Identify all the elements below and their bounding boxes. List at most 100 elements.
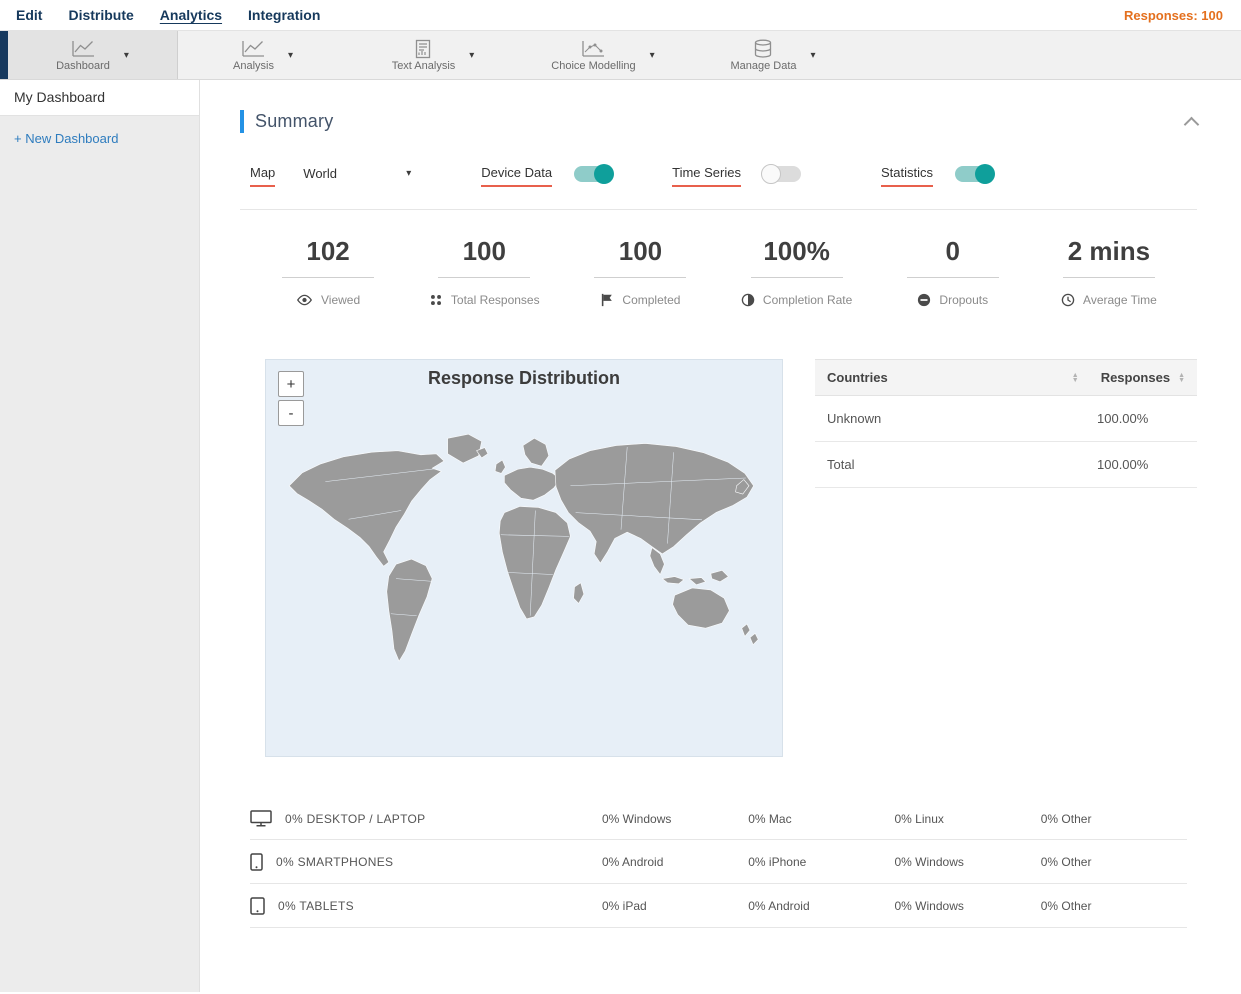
chevron-down-icon[interactable]: ▾: [811, 50, 816, 61]
new-dashboard-button[interactable]: + New Dashboard: [0, 116, 199, 161]
device-label: 0% TABLETS: [278, 899, 354, 913]
zoom-in-button[interactable]: +: [278, 371, 304, 397]
time-series-label: Time Series: [672, 165, 741, 187]
toolbar-left-edge: [0, 31, 8, 79]
device-cell: 0% Android: [602, 855, 664, 869]
toggle-knob: [594, 164, 615, 184]
stat-underline: [750, 277, 843, 278]
chevron-down-icon[interactable]: ▾: [469, 50, 474, 61]
table-row: 0% TABLETS 0% iPad 0% Android 0% Windows…: [250, 884, 1187, 928]
statistics-toggle[interactable]: [955, 164, 995, 184]
device-cell: 0% Windows: [602, 811, 672, 826]
toolbar-item-text-analysis[interactable]: Text Analysis ▾: [348, 31, 518, 79]
stats-row: 102 Viewed 100 Total Responses 100 Compl…: [240, 236, 1197, 307]
stat-label: Dropouts: [939, 293, 989, 307]
chevron-down-icon[interactable]: ▾: [288, 50, 293, 61]
stat-viewed: 102 Viewed: [250, 236, 406, 307]
map-title: Response Distribution: [427, 368, 620, 388]
document-chart-icon: [413, 39, 433, 59]
device-cell: 0% Other: [1040, 855, 1092, 869]
dots-grid-icon: [429, 293, 443, 307]
chevron-down-icon[interactable]: ▾: [650, 50, 655, 61]
toolbar-item-label: Text Analysis: [391, 59, 456, 72]
section-divider: [240, 209, 1197, 210]
table-row: 0% SMARTPHONES 0% Android 0% iPhone 0% W…: [250, 840, 1187, 884]
device-cell: 0% Android: [748, 899, 810, 913]
main-content: Summary Map World ▾ Device Data Time Ser…: [200, 80, 1241, 992]
toolbar-item-label: Dashboard: [56, 59, 110, 72]
device-cell: 0% Other: [1040, 811, 1092, 826]
section-accent-bar: [240, 110, 244, 133]
map-label: Map: [250, 165, 276, 187]
desktop-icon: [250, 810, 272, 827]
stat-label: Completed: [622, 293, 681, 307]
device-cell: 0% Mac: [748, 811, 792, 826]
responses-sort-header[interactable]: Responses ▲ ▼: [1101, 370, 1185, 385]
responses-count[interactable]: Responses: 100: [1124, 8, 1223, 23]
nav-item-integration[interactable]: Integration: [248, 7, 320, 23]
stat-completion-rate: 100% Completion Rate: [719, 236, 875, 307]
chevron-down-icon: ▾: [406, 168, 412, 179]
toggle-knob: [975, 164, 995, 184]
device-cell: 0% Windows: [894, 855, 964, 869]
stat-label: Average Time: [1083, 293, 1157, 307]
collapse-chevron-icon[interactable]: [1183, 116, 1200, 133]
responses-cell: 100.00%: [1097, 411, 1149, 426]
stat-value: 100: [462, 236, 506, 266]
stat-label: Completion Rate: [762, 293, 853, 307]
toolbar-item-manage-data[interactable]: Manage Data ▾: [688, 31, 858, 79]
nav-item-distribute[interactable]: Distribute: [68, 7, 133, 23]
country-cell: Total: [827, 457, 855, 472]
line-chart-icon: [240, 39, 266, 59]
clock-icon: [1061, 293, 1075, 307]
dashboard-sidebar: My Dashboard + New Dashboard: [0, 80, 200, 992]
sort-arrows-icon: ▲ ▼: [1178, 371, 1185, 384]
responses-header-label: Responses: [1100, 370, 1171, 385]
toggle-knob: [760, 164, 781, 184]
stat-underline: [906, 277, 999, 278]
table-row: Unknown 100.00%: [815, 396, 1197, 442]
smartphone-icon: [250, 853, 263, 871]
stat-value: 0: [945, 236, 960, 266]
device-data-label: Device Data: [481, 165, 553, 187]
world-map-svg[interactable]: [266, 360, 782, 756]
response-distribution-map[interactable]: Response Distribution + -: [265, 359, 783, 757]
stat-average-time: 2 mins Average Time: [1031, 236, 1187, 307]
device-data-toggle[interactable]: [574, 164, 615, 184]
stat-label: Viewed: [321, 293, 361, 307]
stat-value: 100%: [763, 236, 830, 266]
line-chart-icon: [70, 39, 96, 59]
time-series-toggle[interactable]: [760, 164, 801, 184]
minus-circle-icon: [917, 293, 931, 307]
responses-cell: 100.00%: [1097, 457, 1149, 472]
device-label: 0% SMARTPHONES: [276, 855, 394, 869]
stat-underline: [1062, 277, 1155, 278]
stat-total-responses: 100 Total Responses: [406, 236, 562, 307]
stat-value: 2 mins: [1067, 236, 1151, 266]
stat-underline: [594, 277, 687, 278]
summary-header: Summary: [240, 110, 1200, 133]
nav-item-analytics[interactable]: Analytics: [160, 7, 222, 23]
nav-item-edit[interactable]: Edit: [16, 7, 42, 23]
map-region-select[interactable]: World ▾: [303, 166, 411, 186]
chevron-down-icon[interactable]: ▾: [124, 50, 129, 61]
toolbar-item-dashboard[interactable]: Dashboard ▾: [8, 31, 178, 79]
toolbar-item-analysis[interactable]: Analysis ▾: [178, 31, 348, 79]
sidebar-item-my-dashboard[interactable]: My Dashboard: [0, 80, 199, 116]
scatter-chart-icon: [580, 39, 606, 59]
device-label: 0% DESKTOP / LAPTOP: [285, 811, 426, 826]
eye-icon: [296, 294, 313, 306]
stat-label: Total Responses: [450, 293, 540, 307]
toolbar-item-choice-modelling[interactable]: Choice Modelling ▾: [518, 31, 688, 79]
toolbar-item-label: Manage Data: [730, 59, 797, 72]
device-breakdown-table: 0% DESKTOP / LAPTOP 0% Windows 0% Mac 0%…: [240, 797, 1197, 928]
countries-header-label: Countries: [827, 370, 888, 385]
countries-sort-header[interactable]: Countries ▲ ▼: [827, 370, 1101, 385]
database-icon: [752, 39, 774, 59]
stat-underline: [282, 277, 375, 278]
country-cell: Unknown: [827, 411, 882, 426]
stat-value: 102: [306, 236, 350, 266]
zoom-out-button[interactable]: -: [278, 400, 304, 426]
countries-table: Countries ▲ ▼ Responses ▲ ▼ Unknown 100.00…: [815, 359, 1197, 757]
top-nav: Edit Distribute Analytics Integration Re…: [0, 0, 1241, 30]
